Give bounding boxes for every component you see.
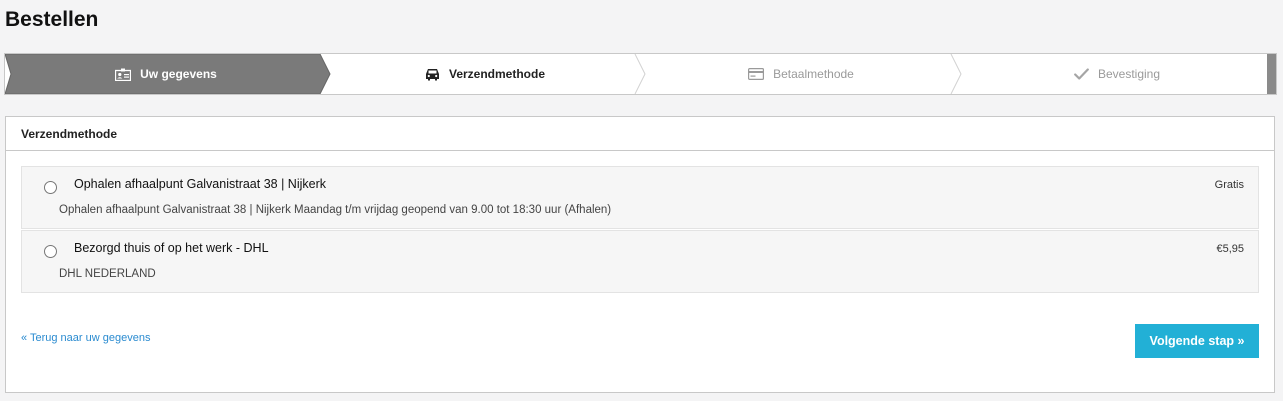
panel-heading: Verzendmethode xyxy=(6,117,1274,151)
steps-scroll-stub xyxy=(1267,54,1276,94)
back-to-details-link[interactable]: « Terug naar uw gegevens xyxy=(21,332,150,344)
step-label: Uw gegevens xyxy=(140,67,217,81)
shipping-option-description: Ophalen afhaalpunt Galvanistraat 38 | Ni… xyxy=(59,204,612,216)
shipping-option-title: Bezorgd thuis of op het werk - DHL xyxy=(74,241,269,255)
shipping-option-dhl[interactable]: Bezorgd thuis of op het werk - DHL €5,95… xyxy=(21,230,1259,293)
shipping-option-title: Ophalen afhaalpunt Galvanistraat 38 | Ni… xyxy=(74,177,327,191)
step-bevestiging: Bevestiging xyxy=(959,54,1275,94)
shipping-option-price: Gratis xyxy=(1214,179,1244,191)
shipping-option-radio[interactable] xyxy=(44,181,57,194)
shipping-option-pickup[interactable]: Ophalen afhaalpunt Galvanistraat 38 | Ni… xyxy=(21,166,1259,229)
page-title: Bestellen xyxy=(5,8,99,31)
check-icon xyxy=(1074,68,1089,80)
next-step-button[interactable]: Volgende stap » xyxy=(1135,324,1259,358)
credit-card-icon xyxy=(748,68,765,80)
step-label: Verzendmethode xyxy=(448,67,546,81)
step-verzendmethode[interactable]: Verzendmethode xyxy=(327,54,643,94)
shipping-method-panel: Verzendmethode Ophalen afhaalpunt Galvan… xyxy=(5,116,1275,393)
shipping-option-radio[interactable] xyxy=(44,245,57,258)
shipping-option-description: DHL NEDERLAND xyxy=(59,268,156,280)
shipping-option-price: €5,95 xyxy=(1216,243,1244,255)
step-label: Bevestiging xyxy=(1097,67,1161,81)
id-card-icon xyxy=(115,68,132,81)
checkout-steps: Uw gegevens Verzendmethode Betaalmethode… xyxy=(4,53,1277,95)
step-label: Betaalmethode xyxy=(773,67,854,81)
car-icon xyxy=(425,68,440,81)
step-uw-gegevens[interactable]: Uw gegevens xyxy=(5,54,327,94)
step-betaalmethode: Betaalmethode xyxy=(643,54,959,94)
